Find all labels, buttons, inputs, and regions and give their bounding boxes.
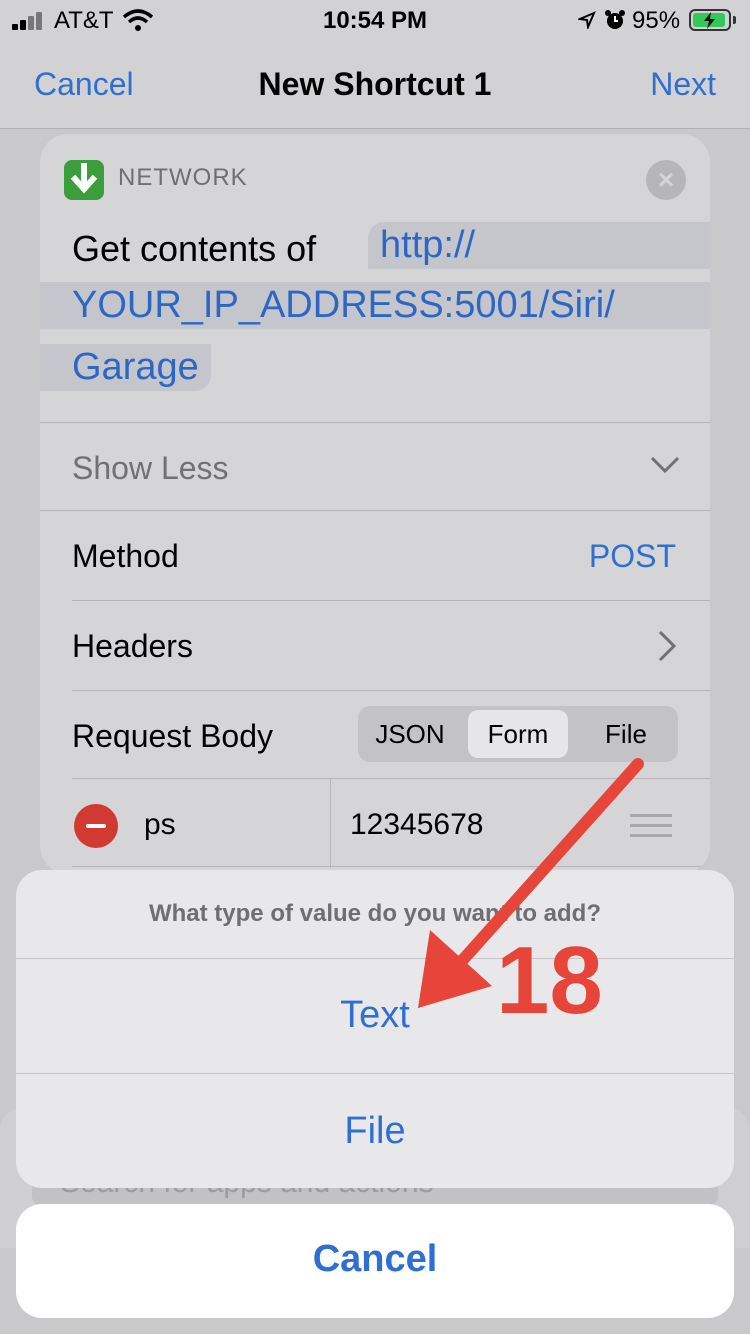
step-number-label: 18 — [496, 927, 603, 1034]
annotation-arrow-icon — [418, 758, 644, 1008]
